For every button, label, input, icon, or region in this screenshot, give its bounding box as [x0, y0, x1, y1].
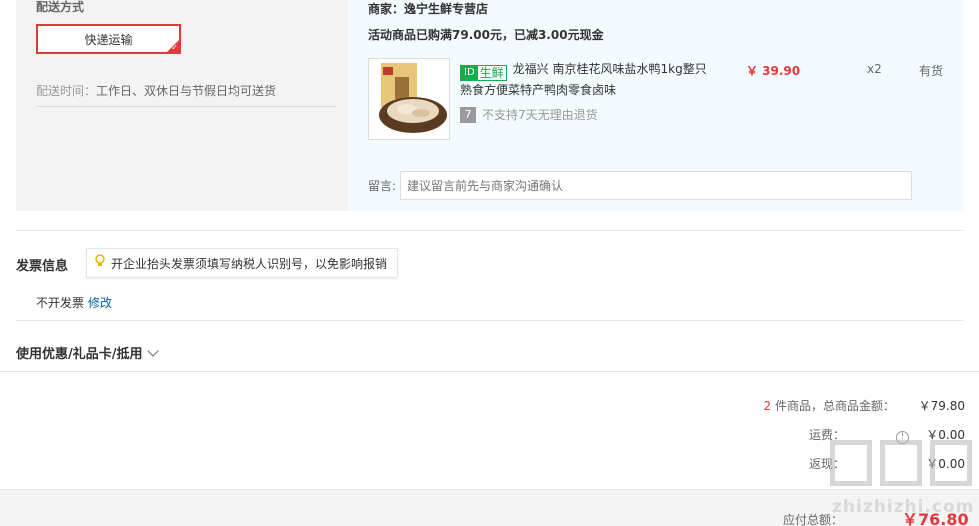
check-icon: ✓ — [171, 43, 178, 52]
product-image[interactable] — [368, 58, 450, 140]
return-policy-icon: 7 — [460, 106, 476, 123]
goods-total-row: 2 件商品，总商品金额： ￥79.80 — [764, 397, 965, 414]
watermark-text: zhizhizhi.com — [832, 497, 975, 517]
promo-text: 活动商品已购满79.00元，已减3.00元现金 — [368, 28, 604, 42]
invoice-status: 不开发票 修改 — [36, 294, 112, 311]
invoice-tip: 开企业抬头发票须填写纳税人识别号，以免影响报销 — [86, 248, 399, 278]
delivery-time-label: 配送时间： — [36, 84, 97, 98]
lightbulb-icon — [95, 254, 105, 272]
coupon-toggle[interactable]: 使用优惠/礼品卡/抵用 — [16, 343, 159, 362]
shipping-method-button[interactable]: 快递运输 ✓ — [36, 24, 181, 54]
no-return-text: 不支持7天无理由退货 — [482, 108, 598, 122]
chevron-down-icon — [146, 344, 159, 357]
item-count-suffix: 件商品，总商品金额： — [771, 399, 895, 413]
delivery-time-value: 工作日、双休日与节假日均可送货 — [96, 84, 277, 98]
goods-total-value: ￥79.80 — [918, 399, 965, 413]
divider — [0, 371, 979, 372]
product-price: ￥ 39.90 — [746, 64, 801, 78]
divider — [36, 106, 336, 107]
shop-name: 商家：逸宁生鲜专营店 — [368, 2, 489, 16]
no-return-notice: 7 不支持7天无理由退货 — [460, 106, 598, 123]
duck-product-icon — [369, 59, 449, 139]
message-input[interactable] — [400, 171, 912, 200]
shipping-method-label: 快递运输 — [84, 32, 133, 47]
product-quantity: x2 — [867, 62, 882, 76]
divider — [16, 230, 963, 231]
watermark-mark — [930, 440, 972, 486]
stock-status: 有货 — [919, 64, 944, 78]
invoice-edit-link[interactable]: 修改 — [88, 296, 112, 310]
product-title[interactable]: ID 生鲜 龙福兴 南京桂花风味盐水鸭1kg整只 熟食方便菜特产鸭肉零食卤味 — [460, 60, 710, 99]
delivery-time: 配送时间：工作日、双休日与节假日均可送货 — [36, 82, 276, 99]
watermark-logo: zhizhizhi.com — [828, 440, 978, 526]
watermark-mark — [830, 440, 872, 486]
watermark-mark — [880, 440, 922, 486]
fresh-tag: ID 生鲜 — [460, 65, 507, 81]
coupon-label: 使用优惠/礼品卡/抵用 — [16, 347, 143, 362]
invoice-tip-text: 开企业抬头发票须填写纳税人识别号，以免影响报销 — [111, 256, 388, 271]
fresh-tag-icon: ID — [461, 66, 478, 80]
invoice-title: 发票信息 — [16, 259, 69, 274]
divider — [16, 320, 963, 321]
invoice-status-text: 不开发票 — [36, 296, 85, 310]
fresh-tag-label: 生鲜 — [479, 66, 504, 80]
message-label: 留言: — [368, 179, 397, 193]
goods-total-label: 2 件商品，总商品金额： — [764, 397, 895, 414]
shipping-title: 配送方式 — [36, 0, 85, 14]
